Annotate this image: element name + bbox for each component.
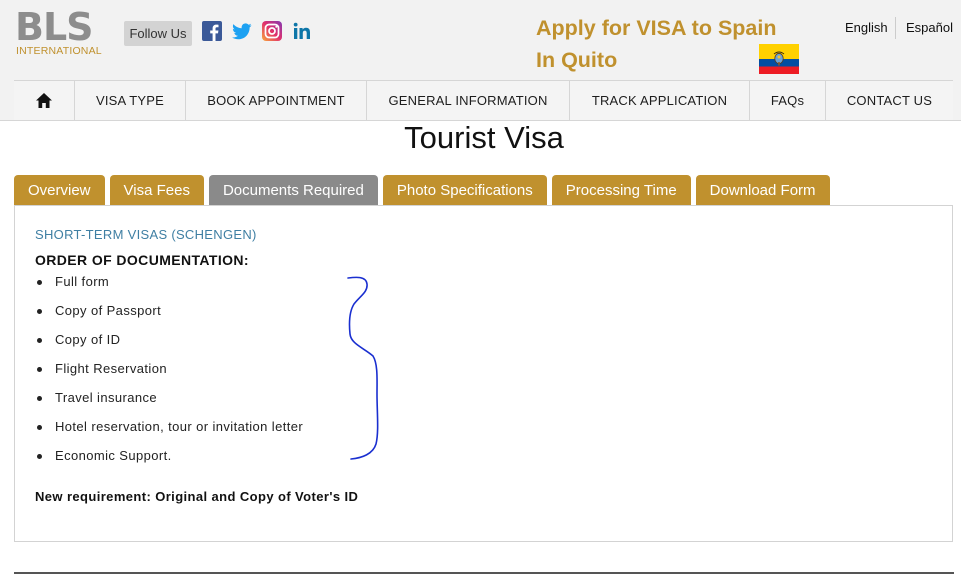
documents-list: Full form Copy of Passport Copy of ID Fl… xyxy=(35,273,303,476)
nav-book-appointment[interactable]: BOOK APPOINTMENT xyxy=(186,81,367,120)
language-divider xyxy=(895,17,896,39)
list-item: Economic Support. xyxy=(35,447,303,476)
list-item: Hotel reservation, tour or invitation le… xyxy=(35,418,303,447)
tab-processing-time[interactable]: Processing Time xyxy=(551,175,691,206)
home-icon xyxy=(36,93,52,108)
main-nav: VISA TYPE BOOK APPOINTMENT GENERAL INFOR… xyxy=(14,80,953,121)
nav-home[interactable] xyxy=(14,81,75,120)
bls-logo[interactable]: BLS INTERNATIONAL xyxy=(15,5,102,57)
follow-us-label: Follow Us xyxy=(124,21,192,46)
tab-documents-required[interactable]: Documents Required xyxy=(208,175,378,206)
language-english-link[interactable]: English xyxy=(845,20,888,35)
linkedin-icon[interactable] xyxy=(292,21,312,41)
visa-tabs: Overview Visa Fees Documents Required Ph… xyxy=(14,175,835,206)
nav-faqs[interactable]: FAQs xyxy=(750,81,826,120)
tab-photo-specifications[interactable]: Photo Specifications xyxy=(382,175,547,206)
list-item: Flight Reservation xyxy=(35,360,303,389)
headline-line-1: Apply for VISA to Spain xyxy=(536,16,777,40)
headline-line-2: In Quito xyxy=(536,48,618,72)
list-item: Copy of Passport xyxy=(35,302,303,331)
hand-drawn-brace-annotation xyxy=(347,276,379,460)
ecuador-flag-icon xyxy=(759,44,799,74)
headline: Apply for VISA to Spain In Quito xyxy=(536,12,777,76)
header-bar: BLS INTERNATIONAL Follow Us Apply for VI… xyxy=(0,0,961,121)
list-item: Full form xyxy=(35,273,303,302)
nav-general-information[interactable]: GENERAL INFORMATION xyxy=(367,81,570,120)
tab-overview[interactable]: Overview xyxy=(14,175,105,206)
new-requirement-note: New requirement: Original and Copy of Vo… xyxy=(35,489,359,504)
footer-divider xyxy=(14,572,954,574)
tab-visa-fees[interactable]: Visa Fees xyxy=(109,175,204,206)
order-of-documentation-heading: ORDER OF DOCUMENTATION: xyxy=(35,252,249,268)
logo-sub-text: INTERNATIONAL xyxy=(16,45,102,57)
list-item: Copy of ID xyxy=(35,331,303,360)
visa-subheading: SHORT-TERM VISAS (SCHENGEN) xyxy=(35,227,257,242)
twitter-icon[interactable] xyxy=(232,21,252,41)
instagram-icon[interactable] xyxy=(262,21,282,41)
language-spanish-link[interactable]: Español xyxy=(906,20,953,35)
logo-main-text: BLS xyxy=(15,5,94,49)
page-title: Tourist Visa xyxy=(404,120,564,155)
nav-visa-type[interactable]: VISA TYPE xyxy=(75,81,186,120)
list-item: Travel insurance xyxy=(35,389,303,418)
nav-contact-us[interactable]: CONTACT US xyxy=(826,81,953,120)
tab-download-form[interactable]: Download Form xyxy=(695,175,830,206)
facebook-icon[interactable] xyxy=(202,21,222,41)
nav-track-application[interactable]: TRACK APPLICATION xyxy=(570,81,750,120)
